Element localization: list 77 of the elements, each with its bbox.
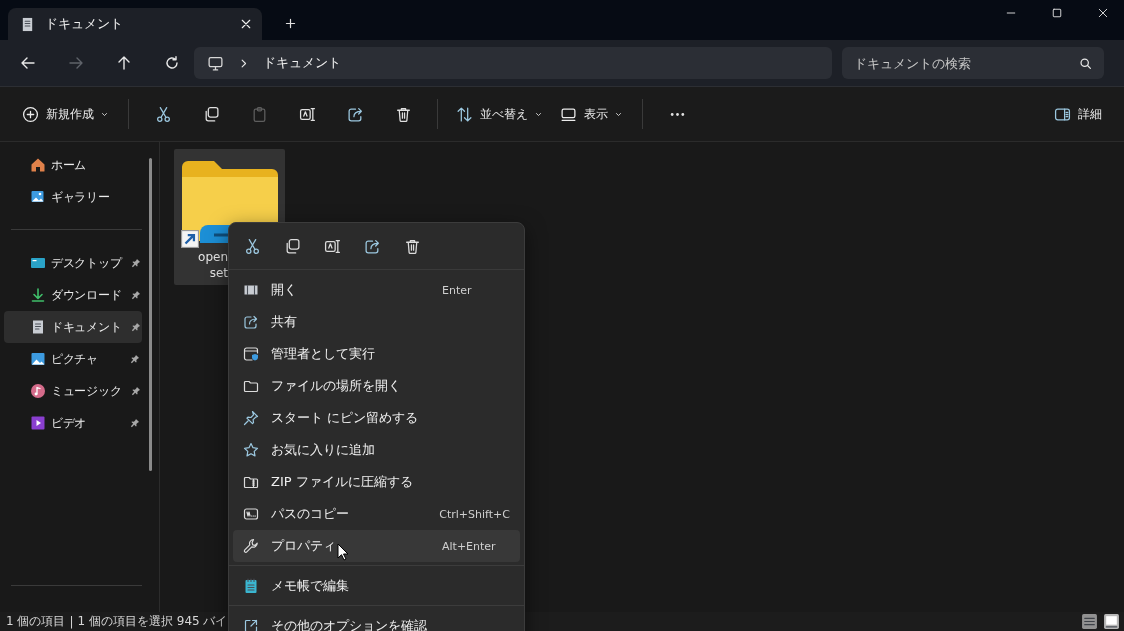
sidebar-item[interactable]: デスクトップ xyxy=(4,247,142,279)
zip-folder-icon xyxy=(243,474,259,490)
menu-item[interactable]: スタート にピン留めする xyxy=(233,402,520,434)
plus-circle-icon xyxy=(22,105,39,123)
sidebar-item[interactable]: ビデオ xyxy=(4,407,142,439)
menu-item[interactable]: 共有 xyxy=(233,306,520,338)
picture-icon xyxy=(30,351,46,367)
menu-item[interactable]: お気に入りに追加 xyxy=(233,434,520,466)
scrollbar[interactable] xyxy=(149,158,152,471)
rename-icon[interactable] xyxy=(298,105,316,123)
keyboard-shortcut: Ctrl+Shift+C xyxy=(439,507,510,521)
menu-item[interactable]: メモ帳で編集 xyxy=(233,570,520,602)
trash-icon[interactable] xyxy=(394,105,412,123)
back-arrow-icon[interactable] xyxy=(20,55,36,71)
expand-icon xyxy=(243,618,259,631)
status-text: 1 個の項目を選択 945 バイ xyxy=(77,613,228,630)
maximize-icon[interactable] xyxy=(1051,7,1063,19)
keyboard-shortcut: Alt+Enter xyxy=(442,539,497,553)
path-icon xyxy=(243,506,259,522)
menu-item[interactable]: プロパティ Alt+Enter xyxy=(233,530,520,562)
file-name: set xyxy=(209,265,228,281)
address-bar[interactable]: ドキュメント xyxy=(194,47,832,79)
share-icon xyxy=(243,314,259,330)
sidebar-item[interactable]: ホーム xyxy=(4,149,142,181)
notepad-icon xyxy=(243,578,259,594)
search-icon xyxy=(1079,56,1092,70)
download-icon xyxy=(30,287,46,303)
scissors-icon[interactable] xyxy=(154,105,172,123)
sort-icon xyxy=(456,105,473,123)
menu-item[interactable]: ファイルの場所を開く xyxy=(233,370,520,402)
music-icon xyxy=(30,383,46,399)
sidebar-item[interactable]: ダウンロード xyxy=(4,279,142,311)
shield-window-icon xyxy=(243,346,259,362)
star-icon xyxy=(243,442,259,458)
tab[interactable]: ドキュメント xyxy=(8,8,262,40)
document-icon xyxy=(20,16,35,32)
keyboard-shortcut: Enter xyxy=(442,283,473,297)
share-icon[interactable] xyxy=(346,105,364,123)
sidebar-item[interactable]: ミュージック xyxy=(4,375,142,407)
new-button[interactable]: 新規作成 xyxy=(14,99,118,129)
file-name: open xyxy=(198,249,228,265)
document-icon xyxy=(30,319,46,335)
scissors-icon[interactable] xyxy=(244,237,261,255)
sidebar-item[interactable]: ギャラリー xyxy=(4,181,142,213)
trash-icon[interactable] xyxy=(404,237,421,255)
picture-icon xyxy=(30,189,46,205)
desktop-icon xyxy=(30,255,46,271)
details-button[interactable]: 詳細 xyxy=(1046,99,1110,129)
breadcrumb-item[interactable]: ドキュメント xyxy=(263,54,341,72)
status-divider: | xyxy=(69,614,74,629)
copy-icon[interactable] xyxy=(284,237,301,255)
share-icon[interactable] xyxy=(364,237,381,255)
close-icon[interactable] xyxy=(240,18,252,30)
plus-icon[interactable] xyxy=(284,17,297,30)
view-button[interactable]: 表示 xyxy=(552,99,632,129)
pin-icon xyxy=(243,410,259,426)
search-field[interactable]: ドキュメントの検索 xyxy=(842,47,1104,79)
menu-item[interactable]: ZIP ファイルに圧縮する xyxy=(233,466,520,498)
home-icon xyxy=(30,157,46,173)
rename-icon[interactable] xyxy=(324,237,341,255)
sort-button[interactable]: 並べ替え xyxy=(448,99,552,129)
menu-item[interactable]: パスのコピー Ctrl+Shift+C xyxy=(233,498,520,530)
list-view-icon[interactable] xyxy=(1081,613,1098,630)
menu-item[interactable]: 管理者として実行 xyxy=(233,338,520,370)
refresh-icon[interactable] xyxy=(164,55,180,71)
mouse-pointer-icon xyxy=(337,543,349,561)
sidebar-item[interactable]: ドキュメント xyxy=(4,311,142,343)
film-strip-icon xyxy=(243,282,259,298)
close-icon[interactable] xyxy=(1097,7,1109,19)
tile-view-icon[interactable] xyxy=(1103,613,1120,630)
sidebar-item[interactable]: ピクチャ xyxy=(4,343,142,375)
folder-icon xyxy=(243,378,259,394)
status-text: 1 個の項目 xyxy=(6,613,66,630)
computer-icon xyxy=(207,54,224,72)
video-icon xyxy=(30,415,46,431)
up-arrow-icon[interactable] xyxy=(116,55,132,71)
wrench-icon xyxy=(243,538,259,554)
